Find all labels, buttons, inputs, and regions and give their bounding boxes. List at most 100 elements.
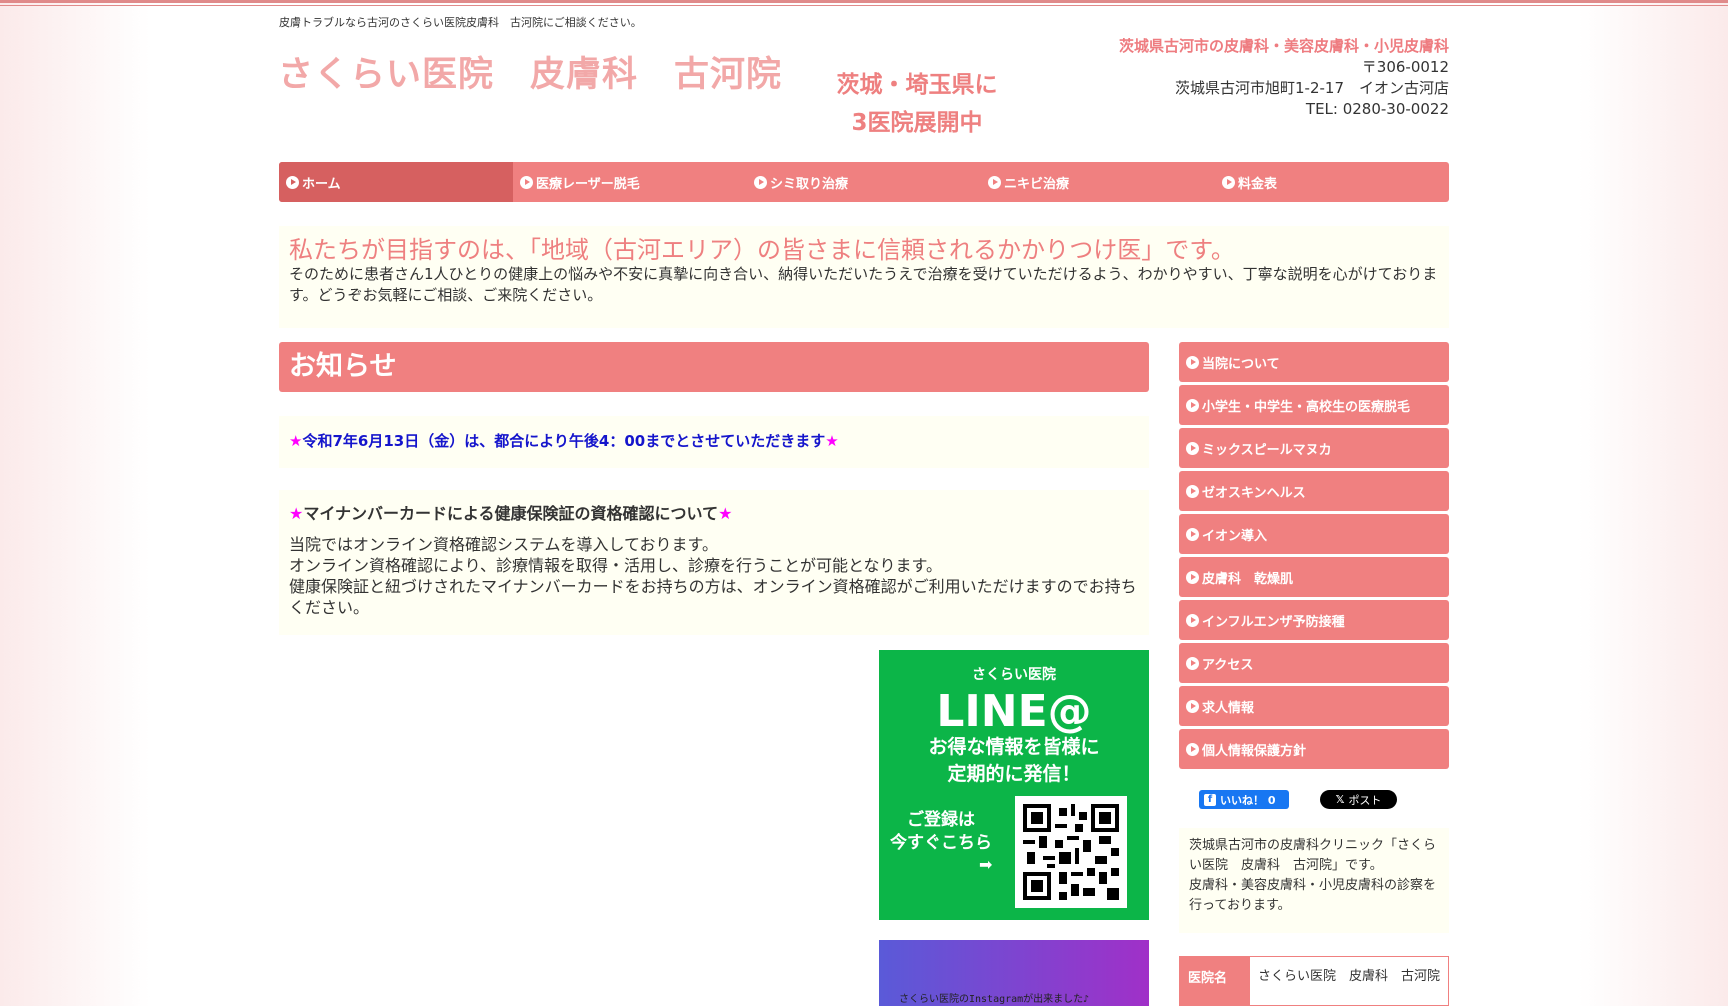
sidebar-item-access[interactable]: アクセス	[1179, 643, 1449, 683]
star-icon: ★	[289, 432, 303, 450]
sidebar-item-label: 皮膚科 乾燥肌	[1202, 571, 1294, 587]
clinic-info-value: さくらい医院 皮膚科 古河院	[1258, 969, 1441, 984]
sidebar-item-label: ミックスピールマヌカ	[1202, 442, 1332, 458]
sidebar-item-privacy[interactable]: 個人情報保護方針	[1179, 729, 1449, 769]
sidebar-item-label: 小学生・中学生・高校生の医療脱毛	[1202, 399, 1411, 415]
star-icon: ★	[825, 432, 839, 450]
street-address: 茨城県古河市旭町1-2-17 イオン古河店	[1174, 79, 1449, 97]
mission-title: 私たちが目指すのは、「地域（古河エリア）の皆さまに信頼されるかかりつけ医」です。	[289, 236, 1235, 264]
sidebar-item-dry-skin[interactable]: 皮膚科 乾燥肌	[1179, 557, 1449, 597]
chevron-right-icon	[1186, 398, 1199, 412]
chevron-right-icon	[1186, 656, 1199, 670]
news-item-closing-time: ★令和7年6月13日（金）は、都合により午後4：00までとさせていただきます★	[279, 416, 1149, 468]
line-banner-register: ご登録は 今すぐこちら	[886, 809, 996, 855]
nav-item-spot-removal[interactable]: シミ取り治療	[747, 162, 981, 202]
address-highlight: 茨城県古河市の皮膚科・美容皮膚科・小児皮膚科	[1118, 37, 1449, 55]
header-slogan: 茨城・埼玉県に 3医院展開中	[782, 66, 1052, 142]
line-banner-msg-2: 定期的に発信！	[947, 763, 1081, 785]
chevron-right-icon	[1186, 527, 1199, 541]
sidebar-item-label: インフルエンザ予防接種	[1202, 614, 1345, 630]
news-item-text: 令和7年6月13日（金）は、都合により午後4：00までとさせていただきます	[302, 432, 826, 450]
line-banner-clinic: さくらい医院	[972, 667, 1056, 683]
mission-body: そのために患者さん1人ひとりの健康上の悩みや不安に真摯に向き合い、納得いただいた…	[289, 265, 1438, 304]
nav-item-laser-hair-removal[interactable]: 医療レーザー脱毛	[513, 162, 747, 202]
chevron-right-icon	[286, 175, 299, 189]
nav-item-home[interactable]: ホーム	[279, 162, 513, 202]
sidebar-item-label: 求人情報	[1202, 700, 1255, 716]
postal-code: 〒306-0012	[1361, 58, 1449, 76]
sidebar-item-about[interactable]: 当院について	[1179, 342, 1449, 382]
chevron-right-icon	[1186, 742, 1199, 756]
facebook-icon: f	[1204, 793, 1216, 806]
line-banner-msg-1: お得な情報を皆様に	[928, 736, 1100, 758]
star-icon: ★	[289, 504, 304, 523]
sidebar-item-ion[interactable]: イオン導入	[1179, 514, 1449, 554]
nav-item-acne[interactable]: ニキビ治療	[981, 162, 1215, 202]
instagram-banner-text: さくらい医院のInstagramが出来ました♪	[899, 994, 1090, 1005]
nav-item-label: ホーム	[302, 176, 341, 192]
x-post-label: ポスト	[1348, 793, 1382, 807]
sidebar-desc-line-1: 茨城県古河市の皮膚科クリニック「さくらい医院 皮膚科 古河院」です。	[1189, 838, 1437, 873]
sidebar-item-label: 個人情報保護方針	[1202, 743, 1307, 759]
news-item-mynumber: ★マイナンバーカードによる健康保険証の資格確認について★ 当院ではオンライン資格…	[279, 490, 1149, 635]
chevron-right-icon	[1186, 570, 1199, 584]
chevron-right-icon	[520, 175, 533, 189]
phone-number[interactable]: TEL: 0280-30-0022	[1119, 99, 1449, 120]
sidebar-item-zo-skin[interactable]: ゼオスキンヘルス	[1179, 471, 1449, 511]
line-banner-brand: LINE@	[936, 686, 1092, 737]
line-banner-message: お得な情報を皆様に 定期的に発信！	[879, 734, 1149, 788]
mission-box: 私たちが目指すのは、「地域（古河エリア）の皆さまに信頼されるかかりつけ医」です。…	[279, 226, 1449, 328]
header-tagline: 皮膚トラブルなら古河のさくらい医院皮膚科 古河院にご相談ください。	[279, 16, 642, 29]
news-item-line-2: オンライン資格確認により、診療情報を取得・活用し、診療を行うことが可能となります…	[289, 556, 942, 575]
chevron-right-icon	[1186, 613, 1199, 627]
sidebar-item-influenza[interactable]: インフルエンザ予防接種	[1179, 600, 1449, 640]
line-banner-reg-2: 今すぐこちら	[890, 833, 992, 853]
sidebar-item-student-hair-removal[interactable]: 小学生・中学生・高校生の医療脱毛	[1179, 385, 1449, 425]
line-banner[interactable]: さくらい医院 LINE@ お得な情報を皆様に 定期的に発信！ ご登録は 今すぐこ…	[879, 650, 1149, 920]
header-address: 茨城県古河市の皮膚科・美容皮膚科・小児皮膚科 〒306-0012 茨城県古河市旭…	[1119, 36, 1449, 120]
clinic-info-table: 医院名 さくらい医院 皮膚科 古河院	[1179, 956, 1449, 1006]
chevron-right-icon	[1222, 175, 1235, 189]
news-item-line-1: 当院ではオンライン資格確認システムを導入しております。	[289, 535, 718, 554]
sidebar-menu: 当院について 小学生・中学生・高校生の医療脱毛 ミックスピールマヌカ ゼオスキン…	[1179, 342, 1449, 772]
sidebar-item-mix-peel[interactable]: ミックスピールマヌカ	[1179, 428, 1449, 468]
chevron-right-icon	[1186, 699, 1199, 713]
instagram-banner[interactable]: さくらい医院のInstagramが出来ました♪	[879, 940, 1149, 1006]
nav-item-label: 医療レーザー脱毛	[536, 176, 640, 192]
sidebar-item-label: 当院について	[1202, 356, 1280, 372]
chevron-right-icon	[1186, 484, 1199, 498]
sidebar-description: 茨城県古河市の皮膚科クリニック「さくらい医院 皮膚科 古河院」です。 皮膚科・美…	[1179, 828, 1449, 933]
nav-item-pricing[interactable]: 料金表	[1215, 162, 1449, 202]
social-buttons: f いいね！ 0 𝕏 ポスト	[1199, 790, 1449, 812]
news-item-line-3: 健康保険証と紐づけされたマイナンバーカードをお持ちの方は、オンライン資格確認がご…	[289, 577, 1137, 617]
nav-item-label: シミ取り治療	[770, 176, 849, 192]
sidebar-item-label: イオン導入	[1202, 528, 1268, 544]
nav-item-label: 料金表	[1238, 176, 1278, 192]
news-item-title-text: マイナンバーカードによる健康保険証の資格確認について	[303, 504, 719, 523]
line-banner-reg-1: ご登録は	[907, 810, 975, 830]
qr-code-icon	[1015, 796, 1127, 908]
slogan-line-1: 茨城・埼玉県に	[836, 72, 998, 98]
chevron-right-icon	[754, 175, 767, 189]
news-heading: お知らせ	[279, 342, 1149, 392]
page-container: 皮膚トラブルなら古河のさくらい医院皮膚科 古河院にご相談ください。 さくらい医院…	[262, 6, 1466, 1006]
arrow-right-icon: ➡	[979, 855, 993, 874]
site-logo[interactable]: さくらい医院 皮膚科 古河院	[278, 46, 782, 97]
qr-code-graphic	[1023, 804, 1119, 900]
news-item-title: ★マイナンバーカードによる健康保険証の資格確認について★	[289, 500, 1139, 524]
chevron-right-icon	[1186, 355, 1199, 369]
main-nav: ホーム 医療レーザー脱毛 シミ取り治療 ニキビ治療 料金表	[279, 162, 1449, 202]
chevron-right-icon	[1186, 441, 1199, 455]
chevron-right-icon	[988, 175, 1001, 189]
star-icon: ★	[718, 504, 733, 523]
x-icon: 𝕏	[1335, 793, 1345, 806]
x-post-button[interactable]: 𝕏 ポスト	[1320, 790, 1397, 809]
clinic-info-header: 医院名	[1180, 957, 1250, 1005]
sidebar-item-jobs[interactable]: 求人情報	[1179, 686, 1449, 726]
sidebar-item-label: ゼオスキンヘルス	[1202, 485, 1306, 501]
nav-item-label: ニキビ治療	[1004, 176, 1070, 192]
slogan-line-2: 3医院展開中	[851, 110, 983, 136]
sidebar-item-label: アクセス	[1202, 657, 1254, 673]
facebook-like-button[interactable]: f いいね！ 0	[1199, 790, 1289, 809]
sidebar-desc-line-2: 皮膚科・美容皮膚科・小児皮膚科の診察を行っております。	[1189, 878, 1437, 913]
